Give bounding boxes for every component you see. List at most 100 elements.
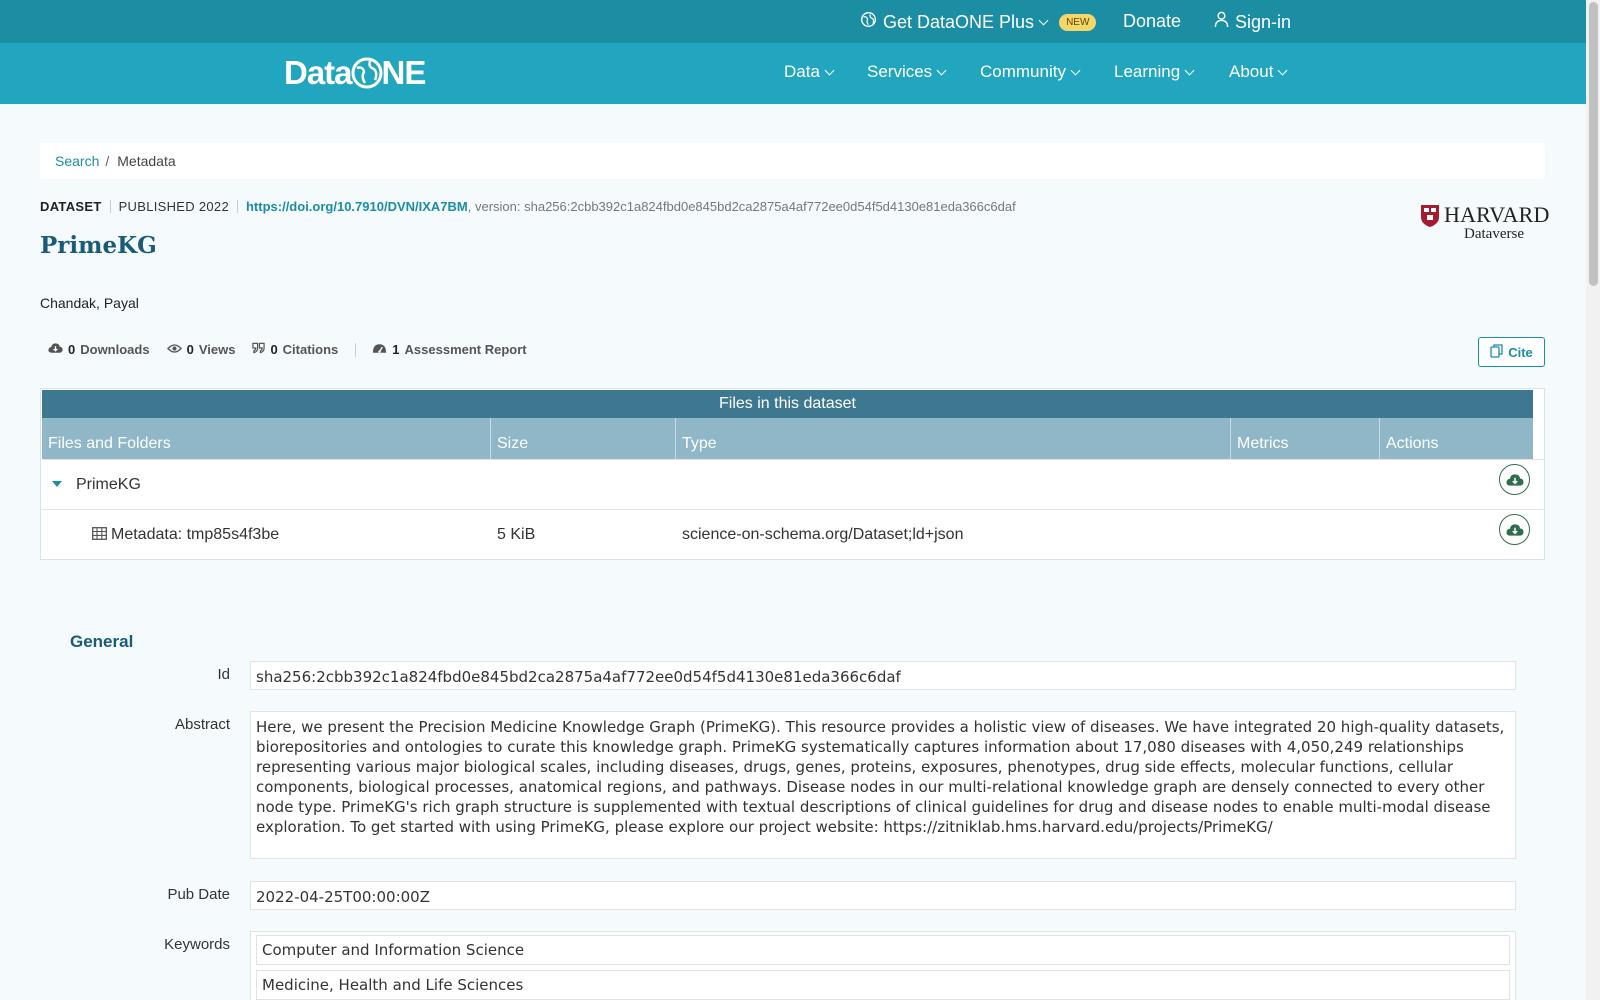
author-name[interactable]: Chandak, Payal (40, 295, 139, 311)
caret-down-icon[interactable] (52, 481, 62, 487)
quote-icon (252, 342, 266, 357)
meta-divider (109, 200, 111, 213)
logo-text-left: Data (284, 54, 353, 91)
nav-about[interactable]: About (1229, 62, 1288, 82)
chevron-down-icon (1184, 65, 1195, 76)
nav-services[interactable]: Services (867, 62, 947, 82)
eye-icon (166, 342, 182, 357)
cloud-download-icon (1506, 473, 1524, 486)
file-type: science-on-schema.org/Dataset;ld+json (682, 526, 964, 543)
downloads-count: 0 (68, 342, 76, 357)
general-heading: General (70, 632, 134, 651)
cloud-download-icon (48, 342, 63, 357)
files-table: Files in this dataset Files and Folders … (40, 388, 1545, 560)
globe-logo-icon (351, 57, 383, 89)
citations-metric[interactable]: 0 Citations (252, 342, 338, 357)
download-file-button[interactable] (1499, 514, 1530, 545)
dataset-meta-line: DATASET PUBLISHED 2022 https://doi.org/1… (40, 199, 1016, 214)
column-header-actions: Actions (1386, 435, 1439, 452)
abstract-label: Abstract (174, 716, 230, 733)
get-dataone-plus-label: Get DataONE Plus (883, 11, 1035, 32)
citations-count: 0 (270, 342, 278, 357)
breadcrumb-search-link[interactable]: Search (55, 153, 99, 169)
download-folder-button[interactable] (1499, 464, 1530, 495)
assessment-label: Assessment Report (404, 342, 527, 357)
column-header-size: Size (491, 418, 676, 459)
keywords-label: Keywords (164, 936, 230, 953)
dataone-logo[interactable]: Data NE (284, 53, 427, 93)
file-name[interactable]: Metadata: tmp85s4f3be (111, 526, 279, 544)
scrollbar-thumb[interactable] (1589, 2, 1598, 286)
top-utility-bar: Get DataONE Plus NEW Donate Sign-in (0, 0, 1586, 43)
views-metric[interactable]: 0 Views (166, 342, 236, 357)
cite-label: Cite (1508, 344, 1533, 360)
nav-about-label: About (1229, 62, 1274, 81)
cite-button[interactable]: Cite (1478, 337, 1545, 367)
shield-icon (1420, 204, 1440, 233)
column-header-metrics: Metrics (1231, 418, 1380, 459)
assessment-report-metric[interactable]: 1 Assessment Report (372, 342, 527, 357)
repository-logo[interactable]: HARVARD Dataverse (1420, 202, 1549, 248)
new-badge: NEW (1059, 13, 1097, 31)
file-size: 5 KiB (497, 526, 536, 543)
user-icon (1214, 11, 1229, 33)
keyword-item: Medicine, Health and Life Sciences (256, 970, 1510, 1000)
breadcrumb-separator: / (105, 153, 110, 169)
logo-text-right: NE (381, 54, 427, 91)
chevron-down-icon (1070, 65, 1081, 76)
nav-data-label: Data (784, 62, 820, 81)
views-label: Views (198, 342, 236, 357)
cloud-download-icon (1506, 523, 1524, 536)
nav-learning[interactable]: Learning (1114, 62, 1195, 82)
breadcrumb-current: Metadata (117, 153, 176, 169)
metrics-bar: 0 Downloads 0 Views 0 Citations 1 Assess… (48, 342, 544, 357)
dataset-title: PrimeKG (40, 232, 157, 259)
table-row[interactable]: Metadata: tmp85s4f3be 5 KiB science-on-s… (42, 509, 1544, 559)
pubdate-label: Pub Date (167, 886, 230, 903)
pubdate-value: 2022-04-25T00:00:00Z (250, 881, 1516, 910)
gauge-icon (372, 342, 387, 357)
keywords-list: Computer and Information Science Medicin… (250, 931, 1516, 1000)
folder-name[interactable]: PrimeKG (76, 476, 141, 494)
views-count: 0 (186, 342, 194, 357)
nav-learning-label: Learning (1114, 62, 1181, 81)
published-year: PUBLISHED 2022 (118, 199, 229, 214)
id-value: sha256:2cbb392c1a824fbd0e845bd2ca2875a4a… (250, 661, 1516, 690)
column-header-files: Files and Folders (42, 418, 491, 459)
nav-community-label: Community (980, 62, 1066, 81)
files-table-header: Files and Folders Size Type Metrics Acti… (42, 418, 1533, 459)
citations-label: Citations (282, 342, 339, 357)
nav-services-label: Services (867, 62, 933, 81)
meta-divider (236, 200, 238, 213)
downloads-label: Downloads (80, 342, 150, 357)
downloads-metric[interactable]: 0 Downloads (48, 342, 150, 357)
chevron-down-icon (1277, 65, 1288, 76)
table-icon (92, 527, 107, 545)
chevron-down-icon (1038, 15, 1049, 26)
abstract-value: Here, we present the Precision Medicine … (250, 711, 1516, 859)
metrics-divider (355, 342, 357, 357)
breadcrumb: Search / Metadata (40, 143, 1545, 179)
version-text: , version: sha256:2cbb392c1a824fbd0e845b… (467, 199, 1016, 214)
keyword-item: Computer and Information Science (256, 935, 1510, 965)
sign-in-link[interactable]: Sign-in (1214, 11, 1291, 33)
dataset-type-label: DATASET (40, 199, 102, 214)
sign-in-label: Sign-in (1235, 11, 1292, 32)
files-table-title: Files in this dataset (42, 390, 1533, 418)
get-dataone-plus-menu[interactable]: Get DataONE Plus NEW (860, 11, 1097, 33)
chevron-down-icon (824, 65, 835, 76)
column-header-type: Type (676, 418, 1231, 459)
globe-icon (860, 11, 877, 33)
main-navbar: Data NE Data Services Community Learning… (0, 43, 1586, 104)
nav-data[interactable]: Data (784, 62, 835, 82)
table-row[interactable]: PrimeKG (42, 459, 1544, 509)
id-label: Id (217, 666, 230, 683)
repository-sub: Dataverse (1464, 226, 1524, 242)
donate-link[interactable]: Donate (1123, 11, 1181, 32)
nav-community[interactable]: Community (980, 62, 1081, 82)
copy-icon (1490, 343, 1503, 361)
chevron-down-icon (936, 65, 947, 76)
assessment-count: 1 (392, 342, 400, 357)
doi-link[interactable]: https://doi.org/10.7910/DVN/IXA7BM (246, 199, 468, 214)
repository-name: HARVARD (1444, 202, 1550, 227)
